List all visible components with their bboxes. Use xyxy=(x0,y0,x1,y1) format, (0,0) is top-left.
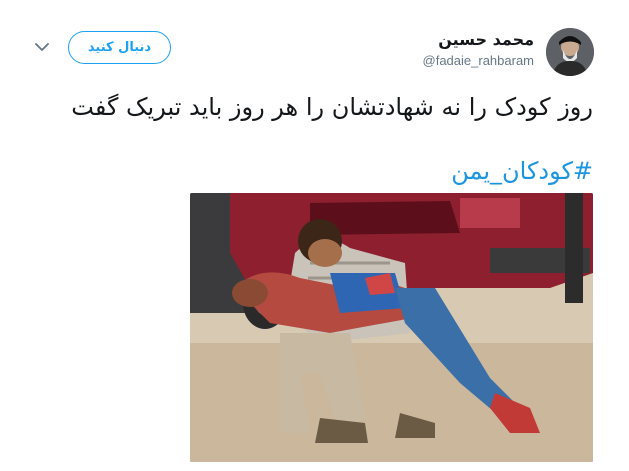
tweet-card: دنبال کنید محمد حسین @fadaie_rahbaram رو… xyxy=(0,0,629,471)
display-name[interactable]: محمد حسین xyxy=(423,30,534,50)
user-info[interactable]: محمد حسین @fadaie_rahbaram xyxy=(423,30,534,70)
follow-button[interactable]: دنبال کنید xyxy=(68,31,171,64)
chevron-down-icon[interactable] xyxy=(33,40,51,54)
avatar[interactable] xyxy=(546,28,594,76)
user-handle[interactable]: @fadaie_rahbaram xyxy=(423,52,534,70)
follow-button-label: دنبال کنید xyxy=(87,40,152,55)
tweet-photo[interactable] xyxy=(190,193,593,462)
hashtag-link[interactable]: #کودکان_یمن xyxy=(300,156,593,186)
tweet-text: روز کودک را نه شهادتشان را هر روز باید ت… xyxy=(71,93,593,121)
